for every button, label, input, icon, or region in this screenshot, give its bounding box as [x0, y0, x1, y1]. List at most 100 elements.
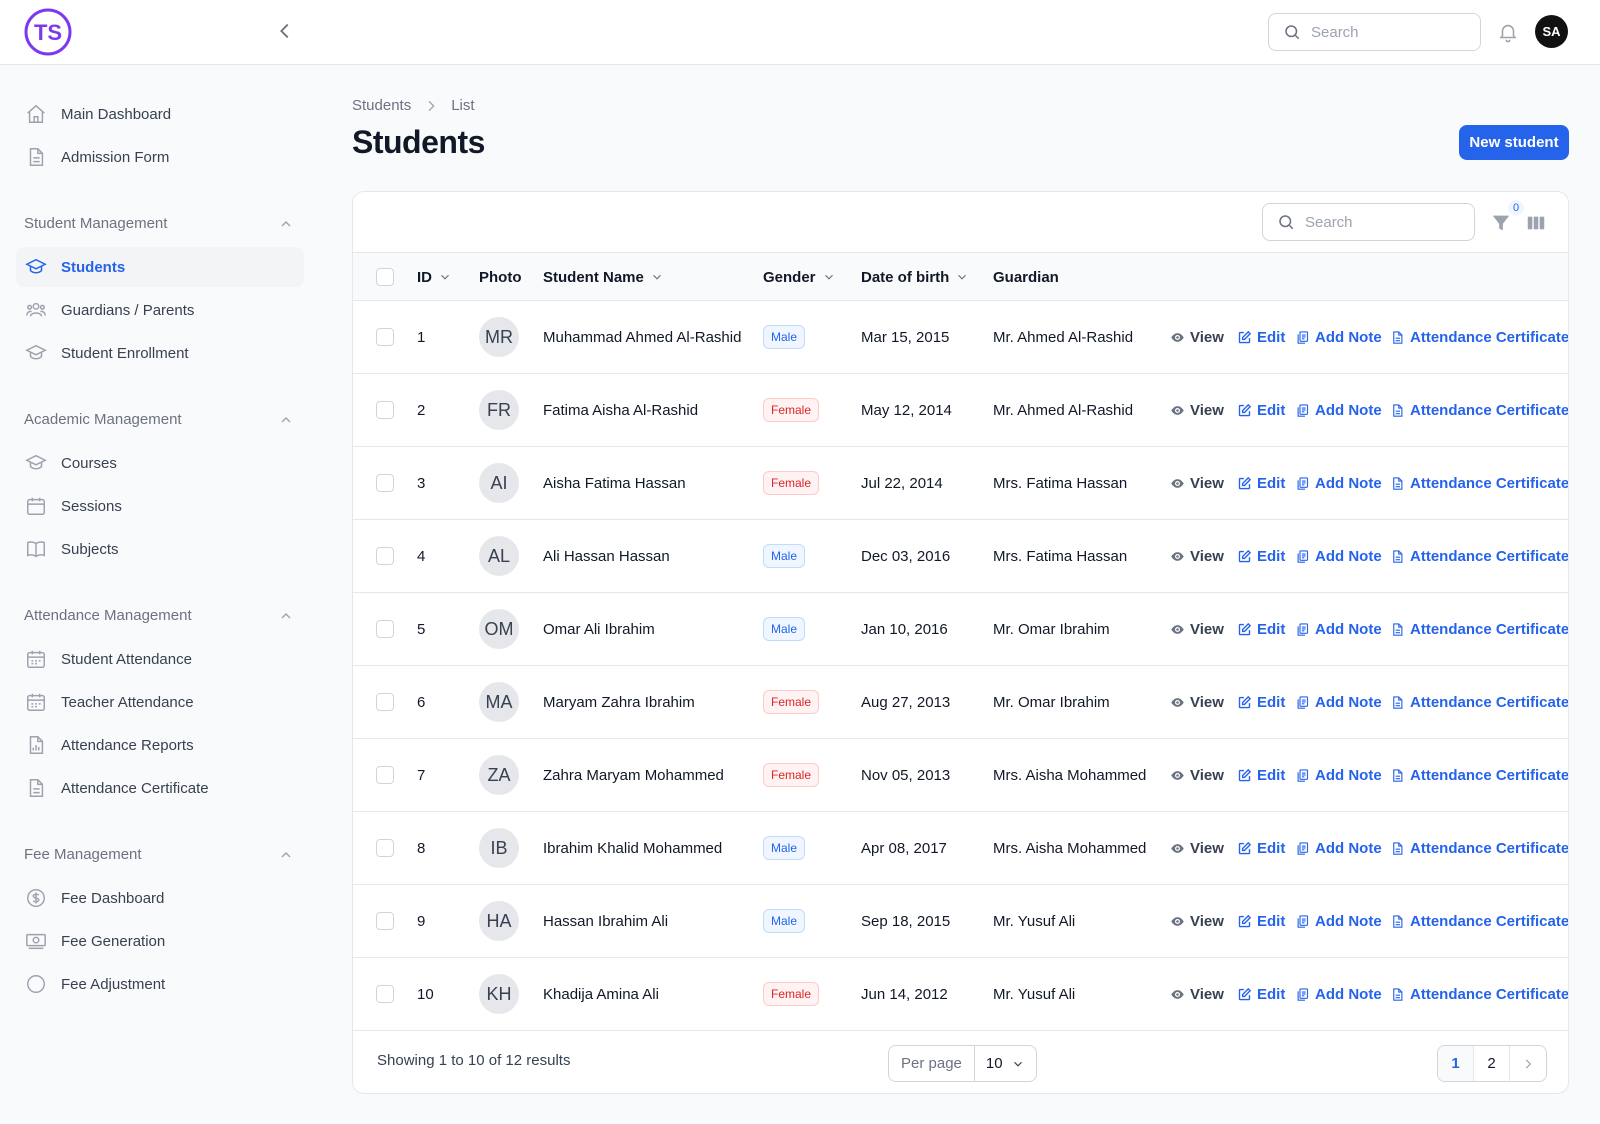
row-checkbox[interactable] [376, 693, 394, 711]
edit-action[interactable]: Edit [1237, 812, 1285, 884]
sidebar-item-fee-generation[interactable]: Fee Generation [16, 921, 304, 961]
collapse-sidebar-button[interactable] [274, 20, 296, 42]
logo-icon[interactable]: TS [23, 7, 73, 57]
columns-icon[interactable] [1525, 212, 1547, 234]
view-action[interactable]: View [1170, 301, 1224, 373]
view-action[interactable]: View [1170, 812, 1224, 884]
next-page-button[interactable] [1510, 1046, 1546, 1081]
row-checkbox[interactable] [376, 839, 394, 857]
group-attendance-management[interactable]: Attendance Management [24, 607, 294, 624]
attendance-certificate-action[interactable]: Attendance Certificate [1390, 812, 1568, 884]
global-search[interactable] [1268, 13, 1481, 51]
sidebar-item-attendance-reports[interactable]: Attendance Reports [16, 725, 304, 765]
cell-id: 10 [417, 985, 434, 1003]
edit-action[interactable]: Edit [1237, 739, 1285, 811]
attendance-certificate-action[interactable]: Attendance Certificate [1390, 301, 1568, 373]
table-search-input[interactable] [1305, 213, 1455, 231]
sidebar-item-guardians[interactable]: Guardians / Parents [16, 290, 304, 330]
view-action[interactable]: View [1170, 885, 1224, 957]
academic-cap-icon [25, 258, 47, 274]
group-academic-management[interactable]: Academic Management [24, 411, 294, 428]
row-checkbox[interactable] [376, 401, 394, 419]
attendance-certificate-action[interactable]: Attendance Certificate [1390, 958, 1568, 1030]
add-note-action[interactable]: Add Note [1295, 374, 1382, 446]
add-note-action[interactable]: Add Note [1295, 447, 1382, 519]
attendance-certificate-action[interactable]: Attendance Certificate [1390, 447, 1568, 519]
breadcrumb-students-link[interactable]: Students [352, 97, 411, 114]
add-note-action[interactable]: Add Note [1295, 666, 1382, 738]
page-button-2[interactable]: 2 [1474, 1046, 1510, 1081]
sidebar-item-main-dashboard[interactable]: Main Dashboard [16, 94, 304, 134]
view-action[interactable]: View [1170, 520, 1224, 592]
row-checkbox[interactable] [376, 985, 394, 1003]
sidebar-item-fee-dashboard[interactable]: Fee Dashboard [16, 878, 304, 918]
row-checkbox[interactable] [376, 474, 394, 492]
table-row: 3 AI Aisha Fatima Hassan Female Jul 22, 2014… [353, 447, 1568, 520]
row-checkbox[interactable] [376, 328, 394, 346]
view-action[interactable]: View [1170, 374, 1224, 446]
header-gender[interactable]: Gender [763, 253, 836, 301]
view-action[interactable]: View [1170, 593, 1224, 665]
group-student-management[interactable]: Student Management [24, 215, 294, 232]
per-page-select[interactable]: 10 [975, 1046, 1036, 1081]
edit-action[interactable]: Edit [1237, 593, 1285, 665]
attendance-certificate-action[interactable]: Attendance Certificate [1390, 593, 1568, 665]
edit-action[interactable]: Edit [1237, 520, 1285, 592]
page-button-1[interactable]: 1 [1438, 1046, 1474, 1081]
add-note-action[interactable]: Add Note [1295, 958, 1382, 1030]
view-action[interactable]: View [1170, 739, 1224, 811]
header-date-of-birth[interactable]: Date of birth [861, 253, 969, 301]
row-checkbox[interactable] [376, 766, 394, 784]
header-id[interactable]: ID [417, 253, 452, 301]
sidebar-item-sessions[interactable]: Sessions [16, 486, 304, 526]
edit-action[interactable]: Edit [1237, 958, 1285, 1030]
header-student-name[interactable]: Student Name [543, 253, 664, 301]
add-note-action[interactable]: Add Note [1295, 520, 1382, 592]
edit-action[interactable]: Edit [1237, 666, 1285, 738]
sidebar-item-students[interactable]: Students [16, 247, 304, 287]
cell-guardian: Mrs. Fatima Hassan [993, 474, 1128, 492]
bell-icon[interactable] [1497, 21, 1519, 43]
select-all-checkbox[interactable] [376, 268, 394, 286]
add-note-action[interactable]: Add Note [1295, 301, 1382, 373]
add-note-action[interactable]: Add Note [1295, 593, 1382, 665]
row-checkbox[interactable] [376, 620, 394, 638]
row-checkbox[interactable] [376, 912, 394, 930]
sidebar-item-student-enrollment[interactable]: Student Enrollment [16, 333, 304, 373]
filter-icon[interactable] [1490, 212, 1512, 234]
edit-action-label: Edit [1257, 474, 1286, 492]
sidebar-item-courses[interactable]: Courses [16, 443, 304, 483]
row-checkbox[interactable] [376, 547, 394, 565]
edit-action[interactable]: Edit [1237, 885, 1285, 957]
add-note-action[interactable]: Add Note [1295, 885, 1382, 957]
new-student-button[interactable]: New student [1459, 125, 1569, 160]
attendance-certificate-action[interactable]: Attendance Certificate [1390, 374, 1568, 446]
sidebar-item-subjects[interactable]: Subjects [16, 529, 304, 569]
cell-date-of-birth: May 12, 2014 [861, 401, 952, 419]
edit-action[interactable]: Edit [1237, 374, 1285, 446]
add-note-action[interactable]: Add Note [1295, 739, 1382, 811]
global-search-input[interactable] [1311, 23, 1461, 41]
view-action[interactable]: View [1170, 666, 1224, 738]
sidebar-item-student-attendance[interactable]: Student Attendance [16, 639, 304, 679]
table-row: 2 FR Fatima Aisha Al-Rashid Female May 12, 2… [353, 374, 1568, 447]
header-guardian-label: Guardian [993, 268, 1059, 286]
sidebar-item-teacher-attendance[interactable]: Teacher Attendance [16, 682, 304, 722]
attendance-certificate-action[interactable]: Attendance Certificate [1390, 885, 1568, 957]
edit-action-label: Edit [1257, 985, 1286, 1003]
attendance-certificate-action[interactable]: Attendance Certificate [1390, 739, 1568, 811]
attendance-certificate-action[interactable]: Attendance Certificate [1390, 520, 1568, 592]
sidebar-item-attendance-certificate[interactable]: Attendance Certificate [16, 768, 304, 808]
table-search[interactable] [1262, 203, 1475, 241]
sidebar-item-label: Fee Adjustment [61, 975, 166, 993]
group-fee-management[interactable]: Fee Management [24, 846, 294, 863]
view-action[interactable]: View [1170, 958, 1224, 1030]
user-avatar[interactable]: SA [1535, 15, 1568, 48]
attendance-certificate-action[interactable]: Attendance Certificate [1390, 666, 1568, 738]
edit-action[interactable]: Edit [1237, 301, 1285, 373]
add-note-action[interactable]: Add Note [1295, 812, 1382, 884]
sidebar-item-fee-adjustment[interactable]: Fee Adjustment [16, 964, 304, 1002]
edit-action[interactable]: Edit [1237, 447, 1285, 519]
view-action[interactable]: View [1170, 447, 1224, 519]
sidebar-item-admission-form[interactable]: Admission Form [16, 137, 304, 177]
